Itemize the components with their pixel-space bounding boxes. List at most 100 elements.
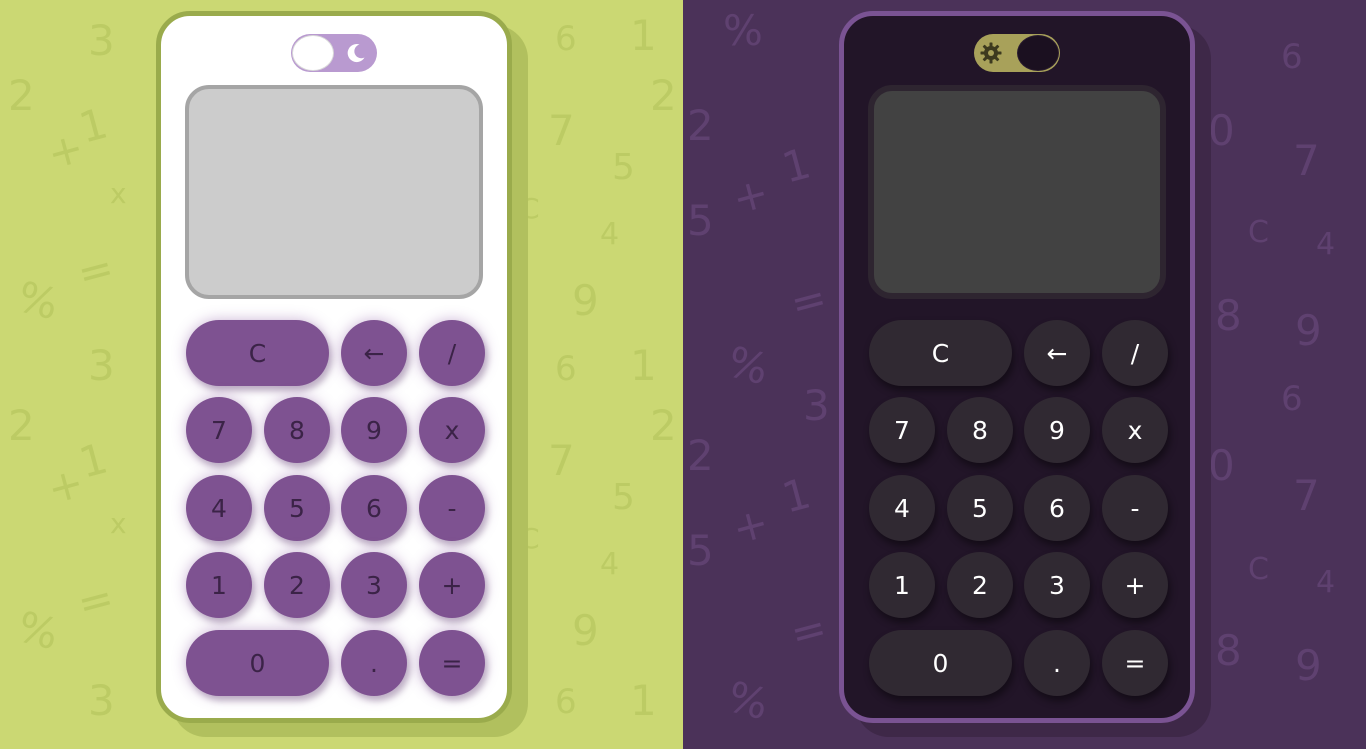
- bg-glyph: C: [520, 522, 540, 555]
- bg-glyph: 3: [88, 676, 115, 725]
- bg-glyph: %: [12, 271, 64, 330]
- bg-glyph: 7: [1293, 471, 1320, 520]
- bg-glyph: =: [72, 572, 119, 629]
- digit-2-button[interactable]: 2: [264, 552, 330, 618]
- equals-button[interactable]: =: [1102, 630, 1168, 696]
- bg-glyph: 8: [1215, 626, 1242, 675]
- bg-glyph: 7: [1293, 136, 1320, 185]
- bg-glyph: 6: [555, 682, 577, 722]
- bg-glyph: 6: [555, 19, 577, 59]
- divide-button[interactable]: /: [419, 320, 485, 386]
- digit-7-button[interactable]: 7: [869, 397, 935, 463]
- digit-3-button[interactable]: 3: [341, 552, 407, 618]
- subtract-button[interactable]: -: [419, 475, 485, 541]
- digit-5-button[interactable]: 5: [264, 475, 330, 541]
- bg-glyph: 3: [88, 16, 115, 65]
- bg-glyph: +: [727, 167, 774, 224]
- moon-icon: [344, 41, 368, 65]
- bg-glyph: C: [1248, 552, 1269, 587]
- clear-button[interactable]: C: [186, 320, 329, 386]
- digit-1-button[interactable]: 1: [869, 552, 935, 618]
- bg-glyph: 5: [687, 526, 714, 575]
- bg-glyph: 5: [612, 147, 635, 188]
- digit-7-button[interactable]: 7: [186, 397, 252, 463]
- bg-glyph: 1: [73, 98, 113, 153]
- bg-glyph: 0: [1208, 441, 1235, 490]
- theme-toggle[interactable]: [291, 34, 377, 72]
- bg-glyph: 4: [1316, 227, 1336, 262]
- bg-glyph: 1: [630, 676, 657, 725]
- bg-glyph: 9: [572, 276, 599, 325]
- bg-glyph: 6: [1281, 379, 1303, 419]
- bg-glyph: +: [42, 122, 89, 179]
- bg-glyph: 7: [548, 106, 575, 155]
- bg-glyph: =: [785, 602, 832, 659]
- light-theme-panel: 3 2 + 1 x = % 3 2 + 1 x = % 3 6 1 2 7 5 …: [0, 0, 683, 749]
- bg-glyph: 2: [687, 431, 714, 480]
- digit-8-button[interactable]: 8: [947, 397, 1013, 463]
- bg-glyph: 9: [1295, 306, 1322, 355]
- backspace-button[interactable]: ←: [1024, 320, 1090, 386]
- add-button[interactable]: +: [1102, 552, 1168, 618]
- bg-glyph: 2: [687, 101, 714, 150]
- digit-0-button[interactable]: 0: [186, 630, 329, 696]
- bg-glyph: 7: [548, 436, 575, 485]
- multiply-button[interactable]: x: [419, 397, 485, 463]
- bg-glyph: =: [785, 272, 832, 329]
- decimal-button[interactable]: .: [1024, 630, 1090, 696]
- bg-glyph: +: [42, 457, 89, 514]
- bg-glyph: 2: [8, 401, 35, 450]
- digit-3-button[interactable]: 3: [1024, 552, 1090, 618]
- bg-glyph: +: [727, 497, 774, 554]
- bg-glyph: 1: [776, 138, 816, 193]
- digit-2-button[interactable]: 2: [947, 552, 1013, 618]
- dark-theme-panel: % 2 + 1 5 = % 3 2 + 1 5 = % 6 0 7 C 4 8 …: [683, 0, 1366, 749]
- digit-9-button[interactable]: 9: [341, 397, 407, 463]
- bg-glyph: 4: [600, 217, 620, 252]
- bg-glyph: 3: [88, 341, 115, 390]
- digit-5-button[interactable]: 5: [947, 475, 1013, 541]
- clear-button[interactable]: C: [869, 320, 1012, 386]
- digit-9-button[interactable]: 9: [1024, 397, 1090, 463]
- calculator-dark: C ← / 7 8 9 x 4 5 6 - 1 2 3 + 0 . =: [839, 11, 1195, 723]
- bg-glyph: 1: [630, 341, 657, 390]
- bg-glyph: 8: [1215, 291, 1242, 340]
- bg-glyph: 6: [555, 349, 577, 389]
- calculator-display: [185, 85, 483, 299]
- gear-icon: [979, 41, 1003, 65]
- digit-4-button[interactable]: 4: [869, 475, 935, 541]
- digit-6-button[interactable]: 6: [341, 475, 407, 541]
- bg-glyph: 4: [1316, 565, 1336, 600]
- bg-glyph: x: [110, 507, 127, 540]
- divide-button[interactable]: /: [1102, 320, 1168, 386]
- bg-glyph: 1: [73, 433, 113, 488]
- bg-glyph: C: [1248, 215, 1269, 250]
- bg-glyph: 5: [612, 477, 635, 518]
- digit-1-button[interactable]: 1: [186, 552, 252, 618]
- bg-glyph: 5: [687, 196, 714, 245]
- equals-button[interactable]: =: [419, 630, 485, 696]
- bg-glyph: 9: [572, 606, 599, 655]
- digit-6-button[interactable]: 6: [1024, 475, 1090, 541]
- bg-glyph: 1: [630, 11, 657, 60]
- subtract-button[interactable]: -: [1102, 475, 1168, 541]
- bg-glyph: %: [723, 6, 763, 55]
- bg-glyph: 4: [600, 547, 620, 582]
- backspace-button[interactable]: ←: [341, 320, 407, 386]
- bg-glyph: 0: [1208, 106, 1235, 155]
- toggle-knob: [1017, 35, 1059, 71]
- digit-4-button[interactable]: 4: [186, 475, 252, 541]
- multiply-button[interactable]: x: [1102, 397, 1168, 463]
- bg-glyph: 6: [1281, 37, 1303, 77]
- bg-glyph: x: [110, 177, 127, 210]
- bg-glyph: %: [722, 336, 774, 395]
- calculator-light: C ← / 7 8 9 x 4 5 6 - 1 2 3 + 0 . =: [156, 11, 512, 723]
- add-button[interactable]: +: [419, 552, 485, 618]
- calculator-display: [868, 85, 1166, 299]
- toggle-knob: [292, 35, 334, 71]
- bg-glyph: 3: [803, 381, 830, 430]
- theme-toggle[interactable]: [974, 34, 1060, 72]
- decimal-button[interactable]: .: [341, 630, 407, 696]
- digit-0-button[interactable]: 0: [869, 630, 1012, 696]
- digit-8-button[interactable]: 8: [264, 397, 330, 463]
